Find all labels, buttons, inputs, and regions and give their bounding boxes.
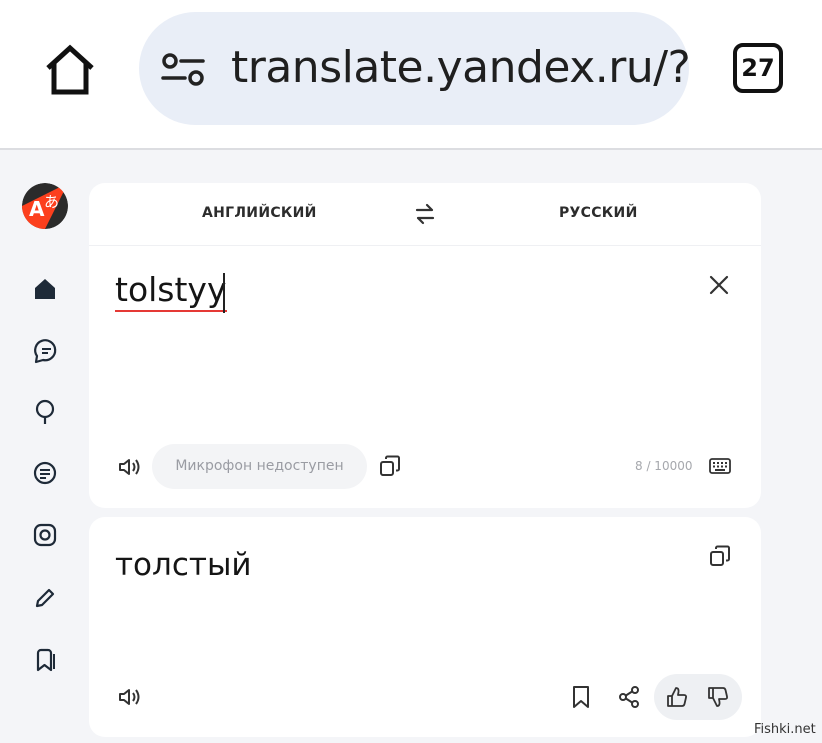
nav-bookmarks-icon[interactable]: [30, 645, 60, 675]
home-button[interactable]: [40, 40, 100, 100]
source-language-button[interactable]: АНГЛИЙСКИЙ: [202, 205, 317, 221]
copy-source-button[interactable]: [379, 455, 401, 477]
speaker-icon: [119, 459, 140, 475]
clear-text-button[interactable]: [707, 273, 731, 297]
target-language-button[interactable]: РУССКИЙ: [559, 205, 638, 221]
svg-text:A: A: [29, 197, 45, 221]
source-text-input[interactable]: tolstyy: [115, 271, 227, 312]
nav-home-icon[interactable]: [30, 274, 60, 304]
url-text[interactable]: translate.yandex.ru/?: [231, 42, 689, 93]
bookmark-button[interactable]: [571, 685, 591, 709]
nav-pencil-icon[interactable]: [30, 583, 60, 613]
source-panel: АНГЛИЙСКИЙ РУССКИЙ tolstyy Микрофон недо…: [89, 183, 761, 508]
translation-panel: толстый: [89, 517, 761, 737]
close-icon: [709, 275, 729, 295]
nav-document-icon[interactable]: [30, 458, 60, 488]
address-bar[interactable]: translate.yandex.ru/?: [139, 12, 689, 125]
thumbs-down-icon: [708, 687, 728, 707]
character-counter: 8 / 10000: [635, 459, 693, 473]
nav-lightbulb-icon[interactable]: [30, 397, 60, 427]
home-icon: [46, 44, 94, 95]
nav-chat-icon[interactable]: [30, 336, 60, 366]
source-speaker-button[interactable]: [117, 455, 143, 479]
microphone-button[interactable]: Микрофон недоступен: [152, 444, 367, 489]
share-icon: [619, 686, 639, 708]
keyboard-button[interactable]: [709, 458, 731, 474]
share-button[interactable]: [617, 685, 641, 709]
thumbs-up-icon: [667, 687, 687, 707]
site-settings-icon[interactable]: [161, 52, 205, 86]
language-selector-row: АНГЛИЙСКИЙ РУССКИЙ: [89, 183, 761, 246]
swap-languages-button[interactable]: [412, 201, 438, 227]
svg-text:あ: あ: [44, 193, 59, 211]
translation-speaker-button[interactable]: [117, 685, 143, 709]
watermark: Fishki.net: [754, 722, 816, 737]
bookmark-icon: [573, 686, 589, 708]
translation-text: толстый: [115, 547, 252, 583]
tab-switcher-button[interactable]: 27: [733, 43, 783, 93]
text-caret: [223, 273, 225, 313]
speaker-icon: [119, 689, 140, 705]
thumbs-up-button[interactable]: [666, 686, 688, 708]
thumbs-down-button[interactable]: [707, 686, 729, 708]
nav-camera-icon[interactable]: [30, 520, 60, 550]
yandex-translate-logo[interactable]: A あ: [22, 183, 68, 229]
copy-translation-button[interactable]: [709, 545, 731, 567]
swap-icon: [415, 203, 435, 225]
feedback-group: [654, 674, 742, 720]
browser-toolbar: translate.yandex.ru/? 27: [0, 0, 822, 150]
copy-icon: [710, 545, 730, 566]
keyboard-icon: [709, 458, 731, 474]
copy-icon: [380, 455, 400, 476]
